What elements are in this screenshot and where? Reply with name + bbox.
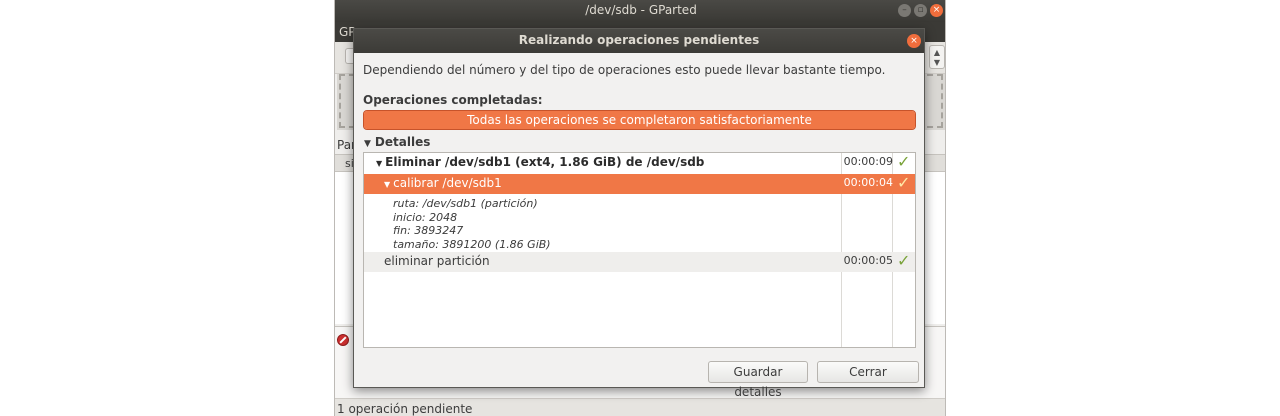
tree-row-calibrate-selected[interactable]: ▼ calibrar /dev/sdb1 00:00:04 ✓ bbox=[364, 174, 915, 194]
check-icon: ✓ bbox=[897, 152, 911, 171]
close-icon[interactable]: × bbox=[930, 4, 943, 17]
save-details-button[interactable]: Guardar detalles bbox=[708, 361, 808, 399]
minimize-icon[interactable]: – bbox=[898, 4, 911, 17]
detail-end: fin: 3893247 bbox=[393, 224, 464, 237]
suboperation-time: 00:00:05 bbox=[843, 254, 893, 267]
progress-bar: Todas las operaciones se completaron sat… bbox=[363, 110, 916, 130]
dialog-close-icon[interactable]: × bbox=[907, 34, 921, 48]
detail-path: ruta: /dev/sdb1 (partición) bbox=[393, 197, 538, 210]
tree-row-delete-partition[interactable]: eliminar partición 00:00:05 ✓ bbox=[364, 252, 915, 272]
expander-arrow-icon: ▼ bbox=[364, 139, 371, 149]
main-titlebar: /dev/sdb - GParted – ▫ × bbox=[335, 0, 945, 22]
suboperation-label: eliminar partición bbox=[384, 254, 490, 268]
dialog-title: Realizando operaciones pendientes bbox=[518, 33, 760, 47]
suboperation-label: calibrar /dev/sdb1 bbox=[393, 176, 502, 190]
detail-start: inicio: 2048 bbox=[393, 210, 458, 224]
check-icon: ✓ bbox=[897, 173, 911, 192]
calibrate-details: ruta: /dev/sdb1 (partición) inicio: 2048… bbox=[393, 197, 551, 251]
operation-label: Eliminar /dev/sdb1 (ext4, 1.86 GiB) de /… bbox=[385, 155, 705, 169]
dialog-titlebar: Realizando operaciones pendientes × bbox=[354, 29, 924, 53]
check-icon: ✓ bbox=[897, 251, 911, 270]
status-text: 1 operación pendiente bbox=[337, 402, 473, 416]
main-window-title: /dev/sdb - GParted bbox=[585, 3, 697, 17]
completed-operations-label: Operaciones completadas: bbox=[363, 93, 543, 107]
maximize-icon[interactable]: ▫ bbox=[914, 4, 927, 17]
status-bar: 1 operación pendiente bbox=[335, 398, 945, 416]
pending-operations-dialog: Realizando operaciones pendientes × Depe… bbox=[353, 28, 925, 399]
details-label: Detalles bbox=[374, 135, 431, 149]
suboperation-time: 00:00:04 bbox=[843, 176, 893, 189]
expand-arrow-icon[interactable]: ▼ bbox=[384, 180, 390, 189]
delete-operation-icon bbox=[337, 334, 349, 346]
close-button[interactable]: Cerrar bbox=[817, 361, 919, 383]
dialog-description: Dependiendo del número y del tipo de ope… bbox=[363, 63, 886, 77]
operation-time: 00:00:09 bbox=[843, 155, 893, 168]
details-expander[interactable]: ▼ Detalles bbox=[364, 135, 430, 149]
expand-arrow-icon[interactable]: ▼ bbox=[376, 159, 382, 168]
device-selector-arrows[interactable]: ▲ ▼ bbox=[929, 45, 945, 69]
tree-row-operation[interactable]: ▼ Eliminar /dev/sdb1 (ext4, 1.86 GiB) de … bbox=[364, 153, 915, 174]
progress-status-text: Todas las operaciones se completaron sat… bbox=[467, 113, 812, 127]
operations-tree: ▼ Eliminar /dev/sdb1 (ext4, 1.86 GiB) de … bbox=[363, 152, 916, 348]
detail-size: tamaño: 3891200 (1.86 GiB) bbox=[393, 237, 551, 251]
